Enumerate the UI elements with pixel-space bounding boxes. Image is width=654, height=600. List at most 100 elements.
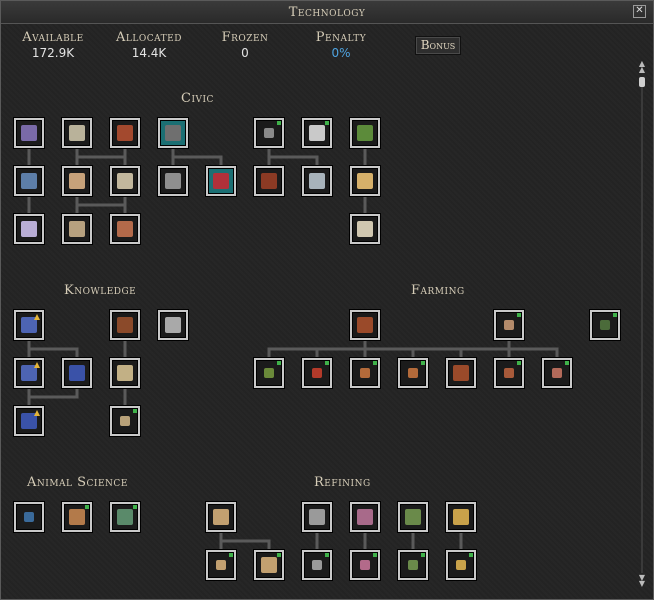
tech-node-civic-7[interactable]: [350, 118, 380, 148]
tech-node-civic-10[interactable]: [110, 166, 140, 196]
ready-marker-icon: [421, 553, 425, 557]
tech-node-civic-15[interactable]: [350, 166, 380, 196]
tech-node-civic-14[interactable]: [302, 166, 332, 196]
upgrade-arrow-icon: [34, 314, 40, 320]
ready-marker-icon: [133, 409, 137, 413]
scroll-icon: [117, 173, 133, 189]
tech-node-farming-4[interactable]: [254, 358, 284, 388]
tech-node-farming-9[interactable]: [494, 358, 524, 388]
gourd-icon: [408, 368, 418, 378]
tech-node-refining-6[interactable]: [206, 550, 236, 580]
wreath-icon: [261, 173, 277, 189]
ready-marker-icon: [373, 361, 377, 365]
ingot-icon: [456, 560, 466, 570]
tech-node-civic-11[interactable]: [158, 166, 188, 196]
tech-node-animal-3[interactable]: [110, 502, 140, 532]
tech-node-knowledge-4[interactable]: [14, 358, 44, 388]
tech-node-animal-2[interactable]: [62, 502, 92, 532]
upgrade-arrow-icon: [34, 362, 40, 368]
tech-node-civic-4[interactable]: [158, 118, 188, 148]
tech-node-farming-7[interactable]: [398, 358, 428, 388]
tech-node-knowledge-3[interactable]: [158, 310, 188, 340]
ready-marker-icon: [421, 361, 425, 365]
tech-node-refining-2[interactable]: [302, 502, 332, 532]
ready-marker-icon: [613, 313, 617, 317]
tech-node-animal-1[interactable]: [14, 502, 44, 532]
tech-node-refining-4[interactable]: [398, 502, 428, 532]
coin-icon: [264, 128, 274, 138]
pillar-icon: [357, 221, 373, 237]
tech-node-civic-3[interactable]: [110, 118, 140, 148]
ready-marker-icon: [325, 361, 329, 365]
anvil-icon: [453, 509, 469, 525]
ready-marker-icon: [277, 361, 281, 365]
tech-node-refining-1[interactable]: [206, 502, 236, 532]
livestock-icon: [24, 512, 34, 522]
tech-node-civic-19[interactable]: [350, 214, 380, 244]
tech-node-civic-13[interactable]: [254, 166, 284, 196]
tech-node-civic-8[interactable]: [14, 166, 44, 196]
seed-sacks-icon: [504, 320, 514, 330]
tech-node-farming-1[interactable]: [350, 310, 380, 340]
ledger-icon: [69, 125, 85, 141]
ready-marker-icon: [565, 361, 569, 365]
tech-node-knowledge-1[interactable]: [14, 310, 44, 340]
tech-node-farming-2[interactable]: [494, 310, 524, 340]
tech-node-refining-11[interactable]: [446, 550, 476, 580]
ready-marker-icon: [277, 553, 281, 557]
ready-marker-icon: [277, 121, 281, 125]
upgrade-arrow-icon: [34, 410, 40, 416]
workshop-icon: [309, 509, 325, 525]
tech-node-civic-18[interactable]: [110, 214, 140, 244]
tech-node-knowledge-7[interactable]: [14, 406, 44, 436]
ready-marker-icon: [85, 505, 89, 509]
tech-node-knowledge-6[interactable]: [110, 358, 140, 388]
ore-icon: [309, 125, 325, 141]
shield-icon: [117, 125, 133, 141]
tech-node-civic-1[interactable]: [14, 118, 44, 148]
helmet-icon: [165, 125, 181, 141]
tech-node-civic-6[interactable]: [302, 118, 332, 148]
tech-node-refining-7[interactable]: [254, 550, 284, 580]
tech-node-knowledge-8[interactable]: [110, 406, 140, 436]
bell-icon: [357, 125, 373, 141]
ready-marker-icon: [325, 121, 329, 125]
fodder-icon: [117, 509, 133, 525]
wax-seal-icon: [120, 416, 130, 426]
hammer-icon: [117, 221, 133, 237]
tech-node-civic-9[interactable]: [62, 166, 92, 196]
tech-node-civic-17[interactable]: [62, 214, 92, 244]
tech-node-farming-8[interactable]: [446, 358, 476, 388]
temple-icon: [357, 173, 373, 189]
tech-node-farming-6[interactable]: [350, 358, 380, 388]
tech-node-civic-2[interactable]: [62, 118, 92, 148]
banner-icon: [213, 173, 229, 189]
tech-node-refining-9[interactable]: [350, 550, 380, 580]
tech-node-refining-5[interactable]: [446, 502, 476, 532]
tech-node-refining-8[interactable]: [302, 550, 332, 580]
technology-window: Technology ✕ Available 172.9K Allocated …: [0, 0, 654, 600]
ready-marker-icon: [517, 361, 521, 365]
lumber-icon: [408, 560, 418, 570]
tech-node-civic-12[interactable]: [206, 166, 236, 196]
tech-node-civic-16[interactable]: [14, 214, 44, 244]
grain-icon: [360, 368, 370, 378]
jug-icon: [309, 173, 325, 189]
scroll-desk-icon: [21, 125, 37, 141]
tech-node-knowledge-5[interactable]: [62, 358, 92, 388]
crops-icon: [357, 317, 373, 333]
pasture-icon: [69, 509, 85, 525]
tech-node-farming-5[interactable]: [302, 358, 332, 388]
tech-node-knowledge-2[interactable]: [110, 310, 140, 340]
basket-icon: [261, 557, 277, 573]
tech-node-refining-10[interactable]: [398, 550, 428, 580]
chalkboard-icon: [117, 317, 133, 333]
tech-node-civic-5[interactable]: [254, 118, 284, 148]
tech-node-farming-10[interactable]: [542, 358, 572, 388]
mill-icon: [312, 560, 322, 570]
dye-icon: [360, 560, 370, 570]
ready-marker-icon: [373, 553, 377, 557]
tech-node-farming-3[interactable]: [590, 310, 620, 340]
sack-icon: [552, 368, 562, 378]
tech-node-refining-3[interactable]: [350, 502, 380, 532]
